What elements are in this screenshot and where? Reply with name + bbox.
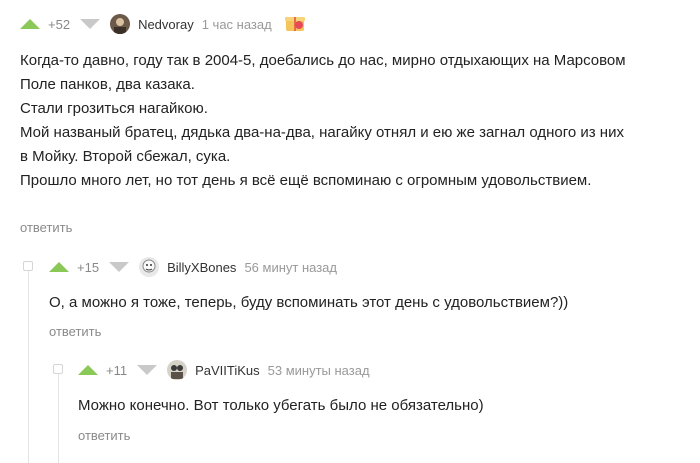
comment-text-line: Поле панков, два казака. bbox=[20, 76, 195, 93]
thread-line bbox=[28, 265, 29, 463]
gift-icon[interactable] bbox=[284, 12, 306, 37]
comment-2-body: О, а можно я тоже, теперь, буду вспомина… bbox=[49, 291, 689, 315]
comment-author[interactable]: BillyXBones bbox=[167, 260, 236, 275]
comment-text-line: Когда-то давно, году так в 2004-5, доеба… bbox=[20, 52, 626, 69]
upvote-icon[interactable] bbox=[78, 365, 98, 375]
comment-3-header: +11 PaVIITiKus 53 минуты назад bbox=[78, 359, 370, 381]
comment-text-line: Можно конечно. Вот только убегать было н… bbox=[78, 397, 484, 414]
reply-button[interactable]: ответить bbox=[49, 324, 101, 339]
comment-text-line: Прошло много лет, но тот день я всё ещё … bbox=[20, 172, 592, 189]
comment-2-header: +15 BillyXBones 56 минут назад bbox=[49, 256, 337, 278]
upvote-icon[interactable] bbox=[49, 262, 69, 272]
comment-text-line: Стали грозиться нагайкою. bbox=[20, 100, 208, 117]
reply-button[interactable]: ответить bbox=[78, 428, 130, 443]
comment-text-line: Мой названый братец, дядька два-на-два, … bbox=[20, 124, 624, 141]
collapse-thread-button[interactable] bbox=[53, 364, 63, 374]
downvote-icon[interactable] bbox=[137, 365, 158, 375]
comment-time[interactable]: 1 час назад bbox=[202, 17, 272, 32]
comment-1-body: Когда-то давно, году так в 2004-5, доеба… bbox=[20, 49, 690, 193]
user-avatar-icon[interactable] bbox=[167, 360, 188, 380]
reply-button[interactable]: ответить bbox=[20, 220, 72, 235]
user-avatar-icon[interactable] bbox=[110, 14, 131, 34]
comment-rating: +52 bbox=[48, 16, 71, 32]
comment-1-header: +52 Nedvoray 1 час назад bbox=[20, 13, 306, 35]
downvote-icon[interactable] bbox=[109, 262, 130, 272]
comment-text-line: в Мойку. Второй сбежал, сука. bbox=[20, 148, 231, 165]
collapse-thread-button[interactable] bbox=[23, 261, 33, 271]
comment-time[interactable]: 53 минуты назад bbox=[268, 363, 370, 378]
comment-text-line: О, а можно я тоже, теперь, буду вспомина… bbox=[49, 294, 569, 311]
thread-line bbox=[58, 368, 59, 463]
comment-author[interactable]: Nedvoray bbox=[138, 17, 194, 32]
comment-rating: +15 bbox=[77, 259, 100, 275]
user-avatar-icon[interactable] bbox=[139, 257, 160, 277]
comment-3-body: Можно конечно. Вот только убегать было н… bbox=[78, 394, 688, 418]
comment-rating: +11 bbox=[106, 362, 128, 378]
comment-author[interactable]: PaVIITiKus bbox=[195, 363, 260, 378]
upvote-icon[interactable] bbox=[20, 19, 40, 29]
downvote-icon[interactable] bbox=[80, 19, 101, 29]
comment-time[interactable]: 56 минут назад bbox=[244, 260, 337, 275]
